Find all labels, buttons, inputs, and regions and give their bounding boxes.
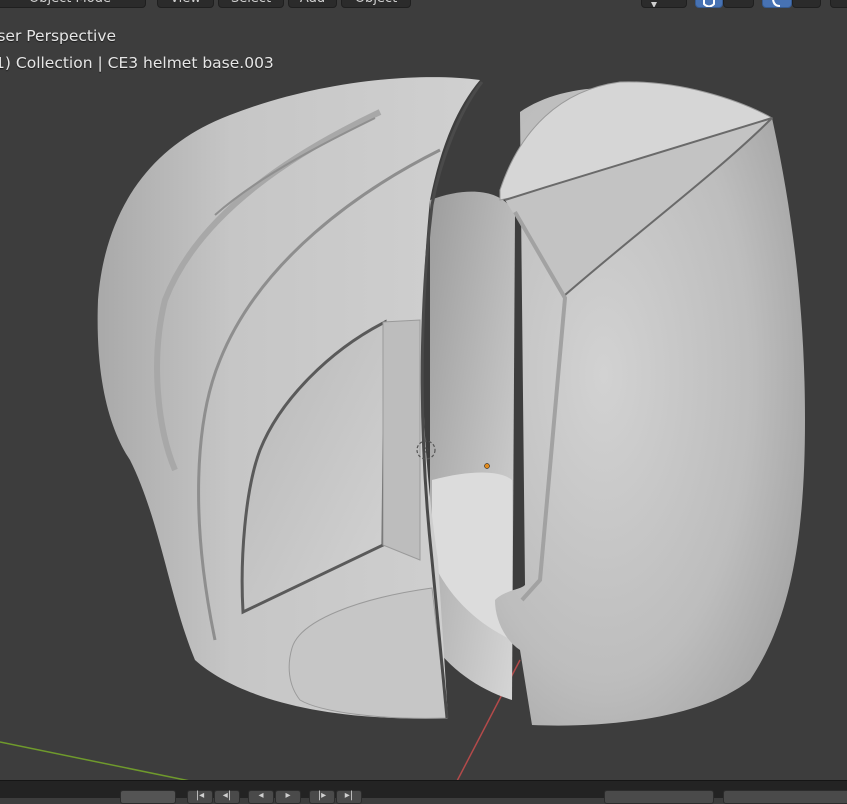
snap-toggle-button[interactable] xyxy=(695,0,723,8)
step-back-button[interactable]: ◂| xyxy=(214,790,240,804)
jump-start-icon: |◂ xyxy=(195,790,205,801)
helmet-scene[interactable] xyxy=(0,0,847,780)
play-reverse-icon: ◂ xyxy=(258,790,264,801)
proportional-options-dropdown[interactable] xyxy=(792,0,821,8)
collection-info-label: (1) Collection | CE3 helmet base.003 xyxy=(0,54,274,72)
play-button[interactable]: ▸ xyxy=(275,790,301,804)
circle-arrow-icon xyxy=(772,0,781,7)
view-name-label: User Perspective xyxy=(0,27,117,45)
step-forward-icon: |▸ xyxy=(317,790,327,801)
jump-start-button[interactable]: |◂ xyxy=(187,790,213,804)
proportional-edit-button[interactable] xyxy=(762,0,792,8)
snap-options-dropdown[interactable] xyxy=(723,0,754,8)
viewport-header: Object Mode View Select Add Object xyxy=(0,0,847,10)
mode-select-dropdown[interactable]: Object Mode xyxy=(0,0,146,8)
jump-end-button[interactable]: ▸| xyxy=(336,790,362,804)
step-forward-button[interactable]: |▸ xyxy=(309,790,335,804)
pin-icon xyxy=(651,2,657,7)
3d-viewport[interactable]: User Perspective (1) Collection | CE3 he… xyxy=(0,0,847,780)
add-menu[interactable]: Add xyxy=(288,0,337,8)
overlay-button[interactable] xyxy=(830,0,847,8)
object-origin-point[interactable] xyxy=(484,463,490,469)
start-frame-field[interactable] xyxy=(604,790,714,804)
shading-pin-button[interactable] xyxy=(641,0,687,8)
play-icon: ▸ xyxy=(285,790,291,801)
object-menu[interactable]: Object xyxy=(341,0,411,8)
select-menu[interactable]: Select xyxy=(218,0,284,8)
end-frame-field[interactable] xyxy=(723,790,847,804)
magnet-icon xyxy=(703,0,715,7)
visor-frame xyxy=(382,319,421,561)
y-axis-line xyxy=(0,741,189,780)
jump-end-icon: ▸| xyxy=(344,790,354,801)
timeline-bar: |◂ ◂| ◂ ▸ |▸ ▸| xyxy=(0,780,847,804)
step-back-icon: ◂| xyxy=(222,790,232,801)
view-menu[interactable]: View xyxy=(157,0,214,8)
play-reverse-button[interactable]: ◂ xyxy=(248,790,274,804)
frame-field[interactable] xyxy=(120,790,176,804)
